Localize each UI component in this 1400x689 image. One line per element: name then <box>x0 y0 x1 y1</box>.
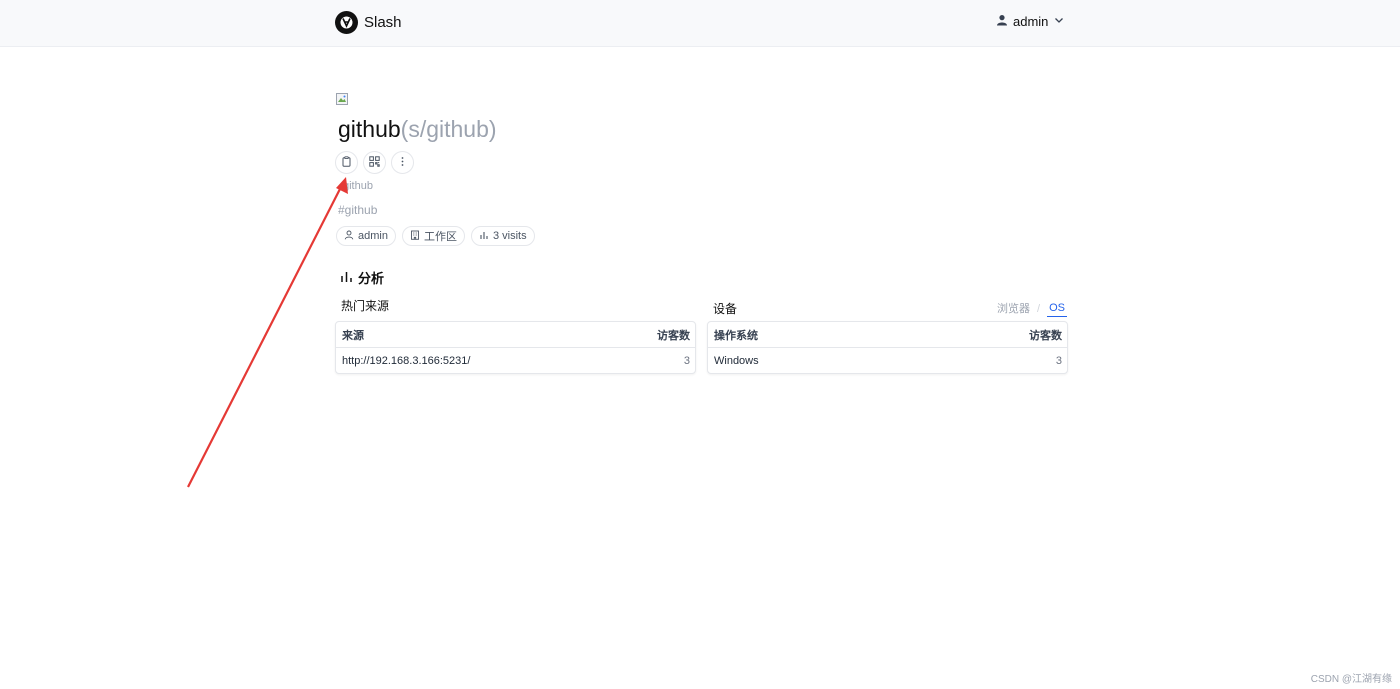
table-row: Windows 3 <box>708 348 1067 374</box>
qrcode-button[interactable] <box>363 151 386 174</box>
annotation-arrow <box>187 177 348 488</box>
user-icon <box>996 14 1008 29</box>
more-button[interactable] <box>391 151 414 174</box>
shortcut-title: github(s/github) <box>338 116 497 143</box>
devices-title: 设备 <box>713 302 738 316</box>
top-navbar: Slash admin <box>0 0 1400 47</box>
creator-name: admin <box>358 230 388 242</box>
device-count: 3 <box>1055 355 1062 367</box>
table-header: 来源 访客数 <box>336 322 695 348</box>
column-header-visitors: 访客数 <box>1029 329 1062 342</box>
clipboard-icon <box>341 154 352 172</box>
visits-count: 3 visits <box>492 230 527 242</box>
shortcut-description: github <box>343 180 373 192</box>
referrer-count: 3 <box>683 355 690 367</box>
device-os: Windows <box>714 355 759 367</box>
brand[interactable]: Slash <box>335 11 402 34</box>
referrer-source: http://192.168.3.166:5231/ <box>342 355 471 367</box>
user-name: admin <box>1013 14 1049 29</box>
column-header-source: 来源 <box>342 329 364 342</box>
building-icon <box>410 230 420 243</box>
shortcut-name: github <box>338 116 401 142</box>
watermark: CSDN @江湖有缘 <box>1310 674 1392 685</box>
analytics-title: 分析 <box>358 271 385 286</box>
visibility-label: 工作区 <box>423 231 457 243</box>
table-header: 操作系统 访客数 <box>708 322 1067 348</box>
chevron-down-icon <box>1053 14 1065 29</box>
favicon-image <box>336 92 348 105</box>
column-header-os: 操作系统 <box>714 329 758 342</box>
tab-os[interactable]: OS <box>1047 302 1067 317</box>
user-icon <box>344 230 354 243</box>
column-header-visitors: 访客数 <box>657 329 690 342</box>
copy-button[interactable] <box>335 151 358 174</box>
bar-chart-icon <box>340 270 353 286</box>
bar-chart-icon <box>479 230 489 243</box>
shortcut-meta: admin 工作区 3 visits <box>336 226 535 246</box>
shortcut-actions <box>335 151 414 174</box>
shortcut-slug: (s/github) <box>400 116 497 142</box>
slash-logo-icon <box>335 11 358 34</box>
tab-separator: / <box>1037 303 1041 315</box>
brand-name: Slash <box>364 14 402 31</box>
creator-pill: admin <box>336 226 396 246</box>
tab-browser[interactable]: 浏览器 <box>997 300 1030 318</box>
analytics-heading: 分析 <box>340 268 384 287</box>
more-vertical-icon <box>397 154 408 172</box>
devices-tabs: 浏览器 / OS <box>997 300 1067 318</box>
user-menu[interactable]: admin <box>996 14 1065 29</box>
referrers-table: 来源 访客数 http://192.168.3.166:5231/ 3 <box>335 321 696 374</box>
devices-table: 操作系统 访客数 Windows 3 <box>707 321 1068 374</box>
visibility-pill: 工作区 <box>401 226 465 246</box>
table-row: http://192.168.3.166:5231/ 3 <box>336 348 695 374</box>
shortcut-tag[interactable]: #github <box>338 203 377 217</box>
referrers-title: 热门来源 <box>341 299 390 313</box>
visits-pill: 3 visits <box>470 226 535 246</box>
qrcode-icon <box>369 154 380 172</box>
